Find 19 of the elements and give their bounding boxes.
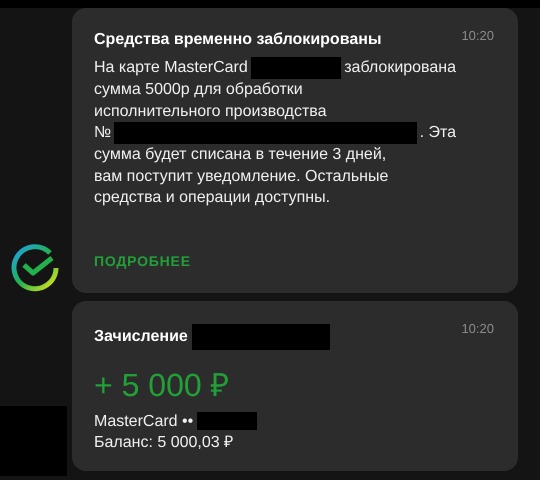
message-text: сумма 5000р для обработки <box>94 80 303 100</box>
message-text: № <box>94 123 112 144</box>
message-text: На карте MasterCard <box>94 58 248 78</box>
message-text: . Эта <box>420 123 456 144</box>
message-time: 10:20 <box>461 28 494 43</box>
message-text: исполнительного производства <box>94 102 326 122</box>
details-link[interactable]: ПОДРОБНЕЕ <box>94 252 191 268</box>
detail-text: Баланс: 5 000,03 ₽ <box>94 432 234 452</box>
message-text: сумма будет списана в течение 3 дней, <box>94 145 386 165</box>
message-text: вам поступит уведомление. Остальные <box>94 166 388 186</box>
message-text: средства и операции доступны. <box>94 188 330 208</box>
message-title: Средства временно заблокированы <box>94 31 382 49</box>
amount: + 5 000 ₽ <box>94 366 231 404</box>
message-text: заблокирована <box>344 58 456 78</box>
detail-text: MasterCard •• <box>94 412 194 432</box>
checkmark-logo-icon <box>10 242 60 292</box>
message-title: Зачисление <box>94 328 188 346</box>
redaction-block <box>197 412 258 430</box>
message-time: 10:20 <box>461 320 494 336</box>
